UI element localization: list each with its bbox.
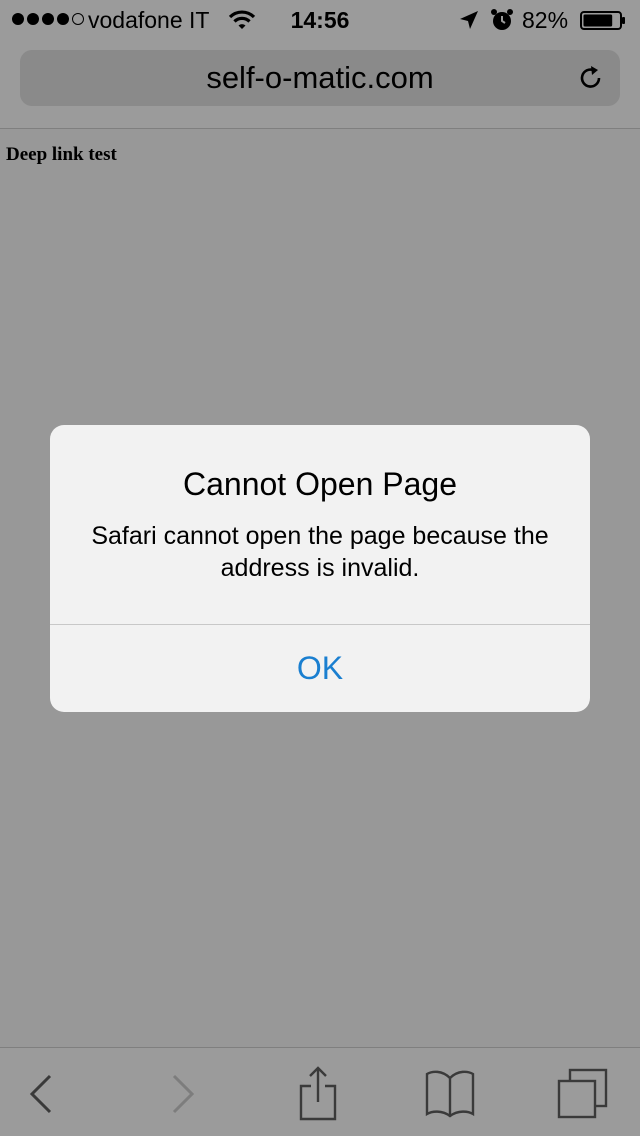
url-text[interactable]: self-o-matic.com — [20, 50, 620, 106]
forward-icon[interactable] — [154, 1066, 210, 1122]
battery-icon — [580, 11, 625, 30]
browser-toolbar — [0, 1047, 640, 1136]
bookmarks-icon[interactable] — [422, 1066, 478, 1122]
address-bar[interactable]: self-o-matic.com — [20, 50, 620, 106]
share-icon[interactable] — [290, 1066, 346, 1122]
safari-screen: vodafone IT 14:56 82% self-o-matic.com D… — [0, 0, 640, 1136]
alert-message: Safari cannot open the page because the … — [91, 522, 549, 582]
tabs-icon[interactable] — [554, 1066, 610, 1122]
battery-percent: 82% — [522, 7, 569, 33]
ok-button[interactable]: OK — [50, 625, 590, 712]
alert-dialog: Cannot Open Page Safari cannot open the … — [50, 425, 590, 712]
browser-top-bar: vodafone IT 14:56 82% self-o-matic.com — [0, 0, 640, 129]
reload-icon[interactable] — [577, 64, 605, 92]
status-bar: vodafone IT 14:56 82% — [0, 0, 640, 40]
alert-title: Cannot Open Page — [183, 466, 457, 502]
back-icon[interactable] — [14, 1066, 70, 1122]
location-arrow-icon — [460, 11, 478, 29]
page-heading: Deep link test — [6, 144, 117, 165]
alarm-icon — [491, 9, 513, 30]
